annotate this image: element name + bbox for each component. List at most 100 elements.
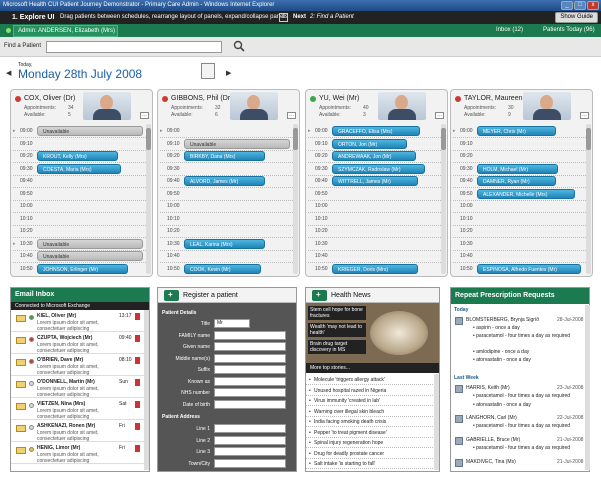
news-headline[interactable]: Warning over illegal skin bleach [306, 407, 433, 417]
time-slot[interactable]: 10:50 ESPINOSA, Alfredo Fuentes (Mr) [453, 262, 586, 275]
previous-day-icon[interactable]: ◀ [6, 69, 11, 77]
news-headline[interactable]: Molecule 'triggers allergy attack' [306, 375, 433, 385]
minimize-icon[interactable]: _ [561, 1, 573, 10]
search-icon[interactable] [233, 40, 245, 52]
patient-appointment[interactable]: ALVORD, James (Mr) [184, 176, 266, 186]
next-button[interactable]: Next [293, 11, 306, 24]
next-step-label[interactable]: 2: Find a Patient [310, 11, 354, 24]
time-slot[interactable]: 10:50 COOK, Kevin (Mr) [160, 262, 293, 275]
show-guide-button[interactable]: Show Guide [555, 12, 598, 23]
flag-icon[interactable] [135, 313, 140, 320]
patient-appointment[interactable]: COOK, Kevin (Mr) [184, 263, 261, 274]
flag-icon[interactable] [135, 445, 140, 452]
prescription-request[interactable]: GABRIELLE, Bruce (Mr) 21-Jul-2008 • para… [451, 436, 585, 456]
flag-icon[interactable] [135, 423, 140, 430]
expand-arrow-icon[interactable]: ▸ [13, 128, 16, 134]
featured-story[interactable]: Stem cell hope for bone fractures [308, 306, 366, 320]
close-icon[interactable]: x [587, 1, 599, 10]
news-headline[interactable]: Virus immunity 'created in lab' [306, 396, 433, 406]
patient-appointment[interactable]: GRACEFFO, Elisa (Mrs) [332, 126, 421, 136]
text-field[interactable] [214, 424, 286, 433]
time-slot[interactable]: 10:50 KRIEGER, Doris (Mrs) [308, 262, 441, 275]
patient-appointment[interactable]: DAMNER, Ryan (Mr) [477, 176, 557, 186]
text-field[interactable] [214, 458, 286, 468]
find-patient-input[interactable] [46, 41, 222, 53]
more-stories-link[interactable]: More top stories... [306, 363, 439, 373]
schedule-scrollbar[interactable] [146, 124, 151, 274]
patient-appointment[interactable]: SZYMCZAK, Radoslaw (Mr) [332, 163, 425, 174]
expand-arrow-icon[interactable]: ▸ [308, 128, 311, 134]
patient-appointment[interactable]: ESPINOSA, Alfredo Fuentes (Mr) [477, 263, 581, 274]
patient-appointment[interactable]: LEAL, Karina (Mrs) [184, 238, 266, 249]
collapse-button[interactable]: … [287, 112, 296, 119]
time-slot[interactable]: 10:50 JOHNSON, Erlinger (Mr) [13, 262, 146, 275]
news-scrollbar[interactable] [434, 374, 439, 470]
email-item[interactable]: O'DONNELL, Martin (Mr) Lorem ipsum dolor … [11, 377, 144, 398]
text-field[interactable] [214, 365, 286, 374]
patient-appointment[interactable]: BIRKBY, Dana (Mrs) [184, 151, 266, 161]
featured-story[interactable]: Brain drug target discovery in MS [308, 340, 366, 354]
flag-icon[interactable] [135, 401, 140, 408]
maximize-icon[interactable]: □ [574, 1, 586, 10]
patient-appointment[interactable]: ANDREWAAK, Jon (Mr) [332, 151, 416, 161]
text-field[interactable] [214, 435, 286, 445]
text-field[interactable] [214, 376, 286, 386]
email-item[interactable]: HENIG, Limor (Mr) Lorem ipsum dolor sit a… [11, 443, 144, 464]
inbox-link[interactable]: Inbox (12) [496, 24, 523, 37]
schedule-scrollbar[interactable] [441, 124, 446, 274]
unavailable-block[interactable]: Unavailable [37, 251, 143, 261]
email-item[interactable]: KIEL, Oliver (Mr) Lorem ipsum dolor sit a… [11, 311, 144, 332]
calendar-icon[interactable] [201, 63, 215, 79]
text-field[interactable] [214, 353, 286, 363]
patient-appointment[interactable]: ALEXANDER, Michelle (Mrs) [477, 188, 575, 199]
expand-arrow-icon[interactable]: ▸ [453, 128, 456, 134]
unavailable-block[interactable]: Unavailable [37, 238, 143, 249]
expand-arrow-icon[interactable]: ▸ [13, 241, 16, 247]
patient-appointment[interactable]: HOLM, Michael (Mr) [477, 163, 559, 174]
patient-appointment[interactable]: JOHNSON, Erlinger (Mr) [37, 263, 128, 274]
news-headline[interactable]: Unused hospital razed in Nigeria [306, 386, 433, 396]
next-day-icon[interactable]: ▶ [226, 69, 231, 77]
patient-appointment[interactable]: MEYER, Chris (Mr) [477, 126, 557, 136]
news-headline[interactable]: Salt intake 'is starting to fall' [306, 459, 433, 469]
news-headline[interactable]: Spinal injury regeneration hope [306, 438, 433, 448]
expand-arrow-icon[interactable]: ▸ [160, 128, 163, 134]
prescription-request[interactable]: BLOMSTERBERG, Brynja Sigríð 28-Jul-2008 … [451, 316, 585, 372]
patient-appointment[interactable]: KROUT, Kelly (Mrs) [37, 151, 119, 161]
text-field[interactable] [214, 342, 286, 351]
schedule-scrollbar[interactable] [293, 124, 298, 274]
prescription-request[interactable]: HARRIS, Keith (Mr) 23-Jul-2008 • paracet… [451, 384, 585, 414]
news-headline[interactable]: India facing smoking death crisis [306, 417, 433, 427]
flag-icon[interactable] [135, 335, 140, 342]
patient-appointment[interactable]: WITTRELL, James (Mr) [332, 176, 418, 186]
text-field[interactable] [214, 330, 286, 340]
flag-icon[interactable] [135, 379, 140, 386]
prescription-request[interactable]: MAKDIVEC, Tina (Ms) 21-Jul-2008 [451, 458, 585, 469]
news-headline[interactable]: Pepper 'to treat pigment disease' [306, 428, 433, 438]
email-item[interactable]: VIETZEN, Nina (Mrs) Lorem ipsum dolor sit… [11, 399, 144, 420]
title-select[interactable]: Mr [214, 319, 250, 328]
collapse-button[interactable]: … [435, 112, 444, 119]
patient-appointment[interactable]: COESTA, Maria (Mrs) [37, 163, 121, 174]
email-scrollbar[interactable] [144, 310, 149, 470]
prescription-request[interactable]: LANGHORN, Carl (Mr) 22-Jul-2008 • parace… [451, 414, 585, 434]
email-item[interactable]: CZUPTA, Wojciech (Mr) Lorem ipsum dolor s… [11, 333, 144, 354]
patients-today-link[interactable]: Patients Today (96) [543, 24, 595, 37]
text-field[interactable] [214, 388, 286, 397]
featured-story[interactable]: Wealth 'may not lead to health' [308, 323, 366, 337]
collapse-button[interactable]: … [140, 112, 149, 119]
text-field[interactable] [214, 399, 286, 409]
collapse-button[interactable]: … [580, 112, 589, 119]
prescriptions-scrollbar[interactable] [585, 305, 590, 470]
unavailable-block[interactable]: Unavailable [184, 138, 290, 149]
patient-appointment[interactable]: KRIEGER, Doris (Mrs) [332, 263, 418, 274]
unavailable-block[interactable]: Unavailable [37, 126, 143, 136]
user-tab[interactable]: Admin: ANDERSEN, Elizabeth (Mrs) [13, 25, 118, 37]
text-field[interactable] [214, 447, 286, 456]
schedule-scrollbar[interactable] [586, 124, 591, 274]
email-item[interactable]: O'BRIEN, Dave (Mr) Lorem ipsum dolor sit … [11, 355, 144, 376]
patient-appointment[interactable]: ORTON, Jon (Mr) [332, 138, 407, 149]
news-headline[interactable]: Drug for deadly prostate cancer [306, 449, 433, 459]
email-item[interactable]: ASHKENAZI, Ronen (Mr) Lorem ipsum dolor s… [11, 421, 144, 442]
flag-icon[interactable] [135, 357, 140, 364]
